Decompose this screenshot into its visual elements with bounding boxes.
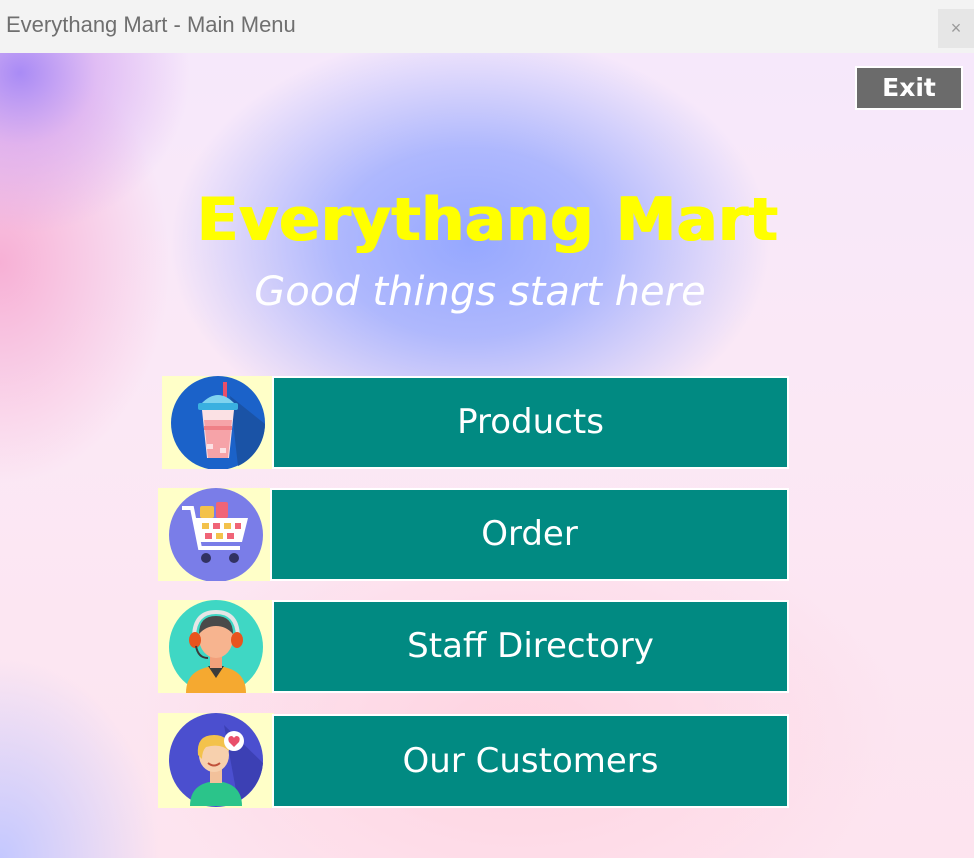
staff-icon-box bbox=[158, 600, 274, 693]
products-icon-box bbox=[162, 376, 274, 469]
main-menu-panel: Exit Everythang Mart Good things start h… bbox=[0, 53, 974, 858]
support-agent-icon bbox=[169, 600, 263, 693]
exit-button[interactable]: Exit bbox=[855, 66, 963, 110]
close-button[interactable]: × bbox=[938, 9, 974, 48]
title-bar: Everythang Mart - Main Menu × bbox=[0, 0, 974, 53]
customers-icon-box bbox=[158, 713, 274, 808]
bubble-tea-icon bbox=[171, 376, 265, 469]
our-customers-button[interactable]: Our Customers bbox=[272, 714, 789, 808]
order-button[interactable]: Order bbox=[270, 488, 789, 581]
products-button[interactable]: Products bbox=[272, 376, 789, 469]
tagline: Good things start here bbox=[254, 269, 706, 315]
window-title: Everythang Mart - Main Menu bbox=[6, 12, 296, 37]
staff-directory-button[interactable]: Staff Directory bbox=[272, 600, 789, 693]
shopping-cart-icon bbox=[169, 488, 263, 581]
brand-title: Everythang Mart bbox=[196, 185, 778, 255]
order-icon-box bbox=[158, 488, 274, 581]
customer-heart-icon bbox=[169, 713, 263, 807]
